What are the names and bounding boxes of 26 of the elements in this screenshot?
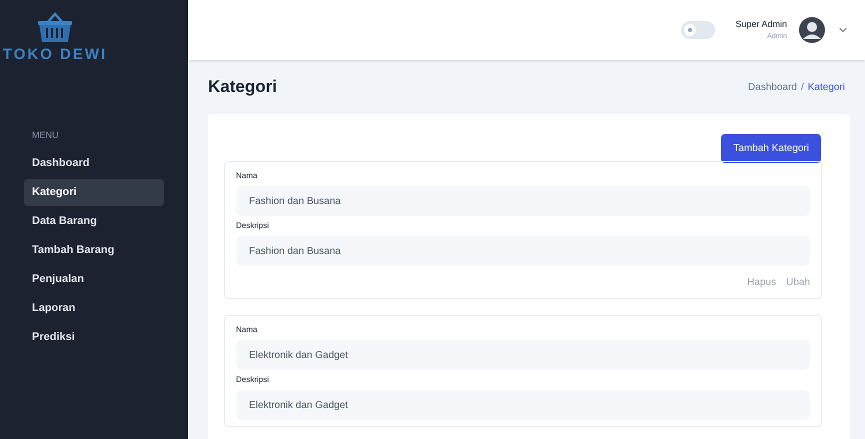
menu-heading: MENU xyxy=(32,128,60,142)
description-field[interactable]: Elektronik dan Gadget xyxy=(236,390,810,420)
basket-logo-icon xyxy=(35,12,75,44)
page-title: Kategori xyxy=(208,76,277,98)
sidebar-item[interactable]: Dashboard xyxy=(24,150,164,177)
field-label: Nama xyxy=(236,170,258,182)
breadcrumb-link[interactable]: Kategori xyxy=(808,80,845,94)
field-label: Deskripsi xyxy=(236,374,270,386)
field-label: Nama xyxy=(236,324,258,336)
add-category-button[interactable]: Tambah Kategori xyxy=(721,134,821,163)
user-avatar-icon[interactable] xyxy=(799,17,825,43)
name-field[interactable]: Fashion dan Busana xyxy=(236,186,810,216)
name-field[interactable]: Elektronik dan Gadget xyxy=(236,340,810,370)
field-label: Deskripsi xyxy=(236,220,270,232)
description-field[interactable]: Fashion dan Busana xyxy=(236,236,810,266)
sidebar-item[interactable]: Data Barang xyxy=(24,208,164,235)
breadcrumb-separator: / xyxy=(800,80,804,94)
brand-name: TOKO DEWI xyxy=(2,45,108,65)
sidebar-item[interactable]: Laporan xyxy=(24,295,164,322)
breadcrumb-link[interactable]: Dashboard xyxy=(748,80,797,94)
dark-mode-toggle[interactable] xyxy=(681,21,716,39)
user-name: Super Admin xyxy=(735,18,787,31)
sidebar-item[interactable]: Tambah Barang xyxy=(24,237,164,264)
sidebar-item[interactable]: Prediksi xyxy=(24,324,164,351)
sidebar-item[interactable]: Kategori xyxy=(24,179,164,206)
sidebar-item[interactable]: Penjualan xyxy=(24,266,164,293)
